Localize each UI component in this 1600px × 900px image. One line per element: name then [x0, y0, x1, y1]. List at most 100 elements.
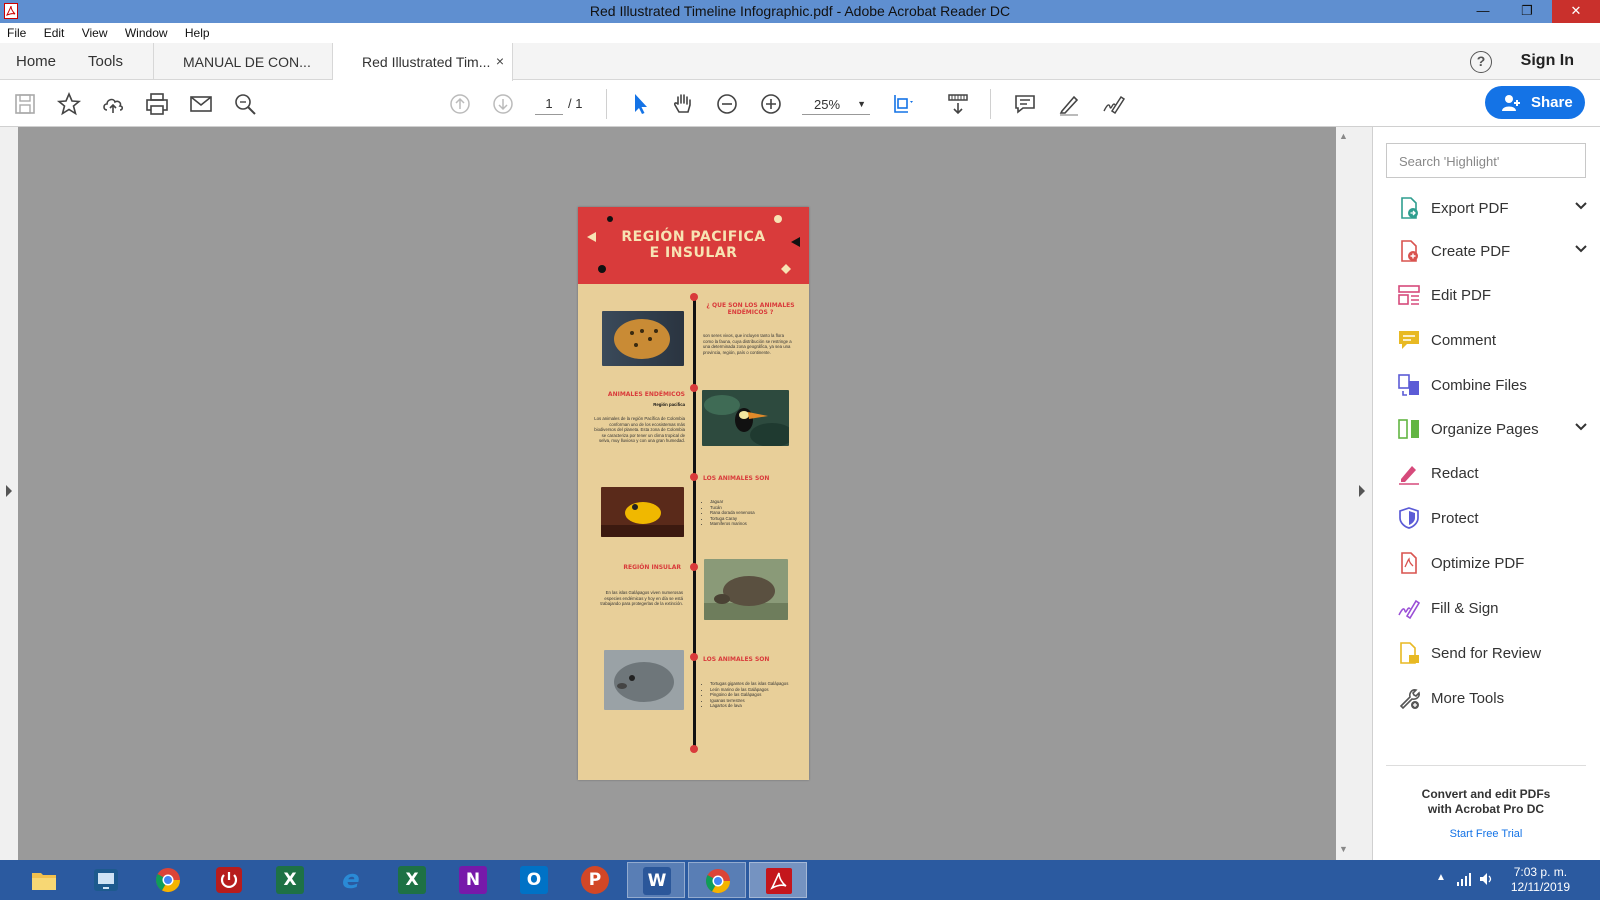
vertical-scrollbar[interactable]: ▲ ▼	[1336, 127, 1351, 860]
chevron-down-icon[interactable]	[1573, 241, 1589, 257]
next-page-icon[interactable]	[490, 91, 516, 117]
menu-file[interactable]: File	[0, 23, 33, 40]
excel-icon: X	[398, 866, 426, 894]
taskbar-internet-explorer[interactable]: e	[322, 862, 380, 898]
windows-taskbar: X e X N O P W ▲ 7:03 p. m. 12/11/2019	[0, 860, 1600, 900]
folder-icon	[32, 873, 56, 890]
page-total: / 1	[568, 96, 583, 111]
share-button[interactable]: Share	[1485, 86, 1585, 119]
tool-more-tools[interactable]: More Tools	[1397, 684, 1589, 714]
tool-combine-files[interactable]: Combine Files	[1397, 371, 1589, 401]
zoom-level-select[interactable]: 25% ▼	[802, 93, 870, 115]
left-panel-toggle[interactable]	[0, 127, 18, 860]
taskbar-chrome-2[interactable]	[688, 862, 746, 898]
system-clock[interactable]: 7:03 p. m. 12/11/2019	[1511, 865, 1570, 895]
list-item: Tortugas gigantes de las islas Galápagos	[710, 681, 793, 687]
start-free-trial-link[interactable]: Start Free Trial	[1386, 828, 1586, 840]
upload-cloud-icon[interactable]	[100, 91, 126, 117]
section-5-list: Tortugas gigantes de las islas Galápagos…	[703, 681, 793, 709]
email-icon[interactable]	[188, 91, 214, 117]
chevron-down-icon[interactable]	[1573, 198, 1589, 214]
volume-icon[interactable]	[1478, 871, 1494, 887]
scroll-mode-icon[interactable]	[945, 91, 971, 117]
taskbar-file-explorer[interactable]	[15, 862, 73, 898]
combine-files-icon	[1398, 374, 1419, 396]
taskbar-power-app[interactable]	[200, 862, 258, 898]
section-2-subheading: Región pacifica	[653, 402, 685, 407]
menu-bar: File Edit View Window Help	[0, 23, 1600, 43]
tool-comment[interactable]: Comment	[1397, 326, 1589, 356]
tab-tools[interactable]: Tools	[88, 53, 123, 70]
comment-icon[interactable]	[1012, 91, 1038, 117]
tool-send-for-review[interactable]: Send for Review	[1397, 639, 1589, 669]
taskbar-excel[interactable]: X	[261, 862, 319, 898]
select-cursor-icon[interactable]	[627, 91, 653, 117]
menu-window[interactable]: Window	[118, 23, 175, 40]
print-icon[interactable]	[144, 91, 170, 117]
tab-home[interactable]: Home	[16, 53, 56, 70]
panel-divider	[1386, 765, 1586, 766]
menu-view[interactable]: View	[75, 23, 115, 40]
section-4-text: En las islas Galápagos viven numerosas e…	[600, 590, 683, 607]
scroll-up-icon[interactable]: ▲	[1339, 131, 1348, 141]
remote-desktop-icon	[94, 869, 118, 891]
tray-expand-icon[interactable]: ▲	[1436, 872, 1446, 883]
tool-label: Fill & Sign	[1431, 600, 1499, 617]
tool-redact[interactable]: Redact	[1397, 459, 1589, 489]
help-icon[interactable]: ?	[1470, 51, 1492, 73]
pdf-header-banner: REGIÓN PACIFICA E INSULAR	[578, 207, 809, 284]
minimize-button[interactable]: —	[1468, 0, 1498, 23]
expand-left-panel-icon[interactable]	[6, 485, 12, 497]
find-zoom-icon[interactable]	[232, 91, 258, 117]
tool-optimize-pdf[interactable]: Optimize PDF	[1397, 549, 1589, 579]
pdf-title-line-1: REGIÓN PACIFICA	[621, 229, 766, 245]
taskbar-word[interactable]: W	[627, 862, 685, 898]
save-icon[interactable]	[12, 91, 38, 117]
tool-edit-pdf[interactable]: Edit PDF	[1397, 281, 1589, 311]
tab-document-manual[interactable]: MANUAL DE CON...	[153, 43, 333, 80]
timeline-dot	[690, 563, 698, 571]
taskbar-powerpoint[interactable]: P	[566, 862, 624, 898]
menu-edit[interactable]: Edit	[37, 23, 72, 40]
tab-document-infographic[interactable]: Red Illustrated Tim... ×	[333, 43, 513, 81]
tool-fill-sign[interactable]: Fill & Sign	[1397, 594, 1589, 624]
fit-page-icon[interactable]	[890, 91, 916, 117]
tool-label: More Tools	[1431, 690, 1505, 707]
close-window-button[interactable]: ✕	[1552, 0, 1600, 23]
menu-help[interactable]: Help	[178, 23, 217, 40]
timeline-dot	[690, 653, 698, 661]
collapse-right-panel-icon[interactable]	[1359, 485, 1365, 497]
giant-tortoise-photo	[704, 559, 788, 620]
document-canvas[interactable]: REGIÓN PACIFICA E INSULAR ¿ QUE SON LOS …	[18, 127, 1336, 860]
chevron-down-icon[interactable]	[1573, 419, 1589, 435]
power-icon	[216, 867, 242, 893]
zoom-out-icon[interactable]	[714, 91, 740, 117]
taskbar-acrobat[interactable]	[749, 862, 807, 898]
highlight-pen-icon[interactable]	[1056, 91, 1082, 117]
tool-export-pdf[interactable]: Export PDF	[1397, 194, 1589, 224]
poison-frog-photo	[601, 487, 684, 537]
scroll-down-icon[interactable]: ▼	[1339, 844, 1348, 854]
right-panel-toggle[interactable]	[1351, 127, 1373, 860]
create-pdf-icon	[1401, 240, 1418, 262]
taskbar-remote-desktop[interactable]	[77, 862, 135, 898]
sign-in-button[interactable]: Sign In	[1521, 52, 1574, 70]
taskbar-onenote[interactable]: N	[444, 862, 502, 898]
hand-tool-icon[interactable]	[670, 91, 696, 117]
tab-close-icon[interactable]: ×	[496, 53, 504, 69]
taskbar-excel-2[interactable]: X	[383, 862, 441, 898]
tool-create-pdf[interactable]: Create PDF	[1397, 237, 1589, 267]
page-number-input[interactable]: 1	[535, 93, 563, 115]
taskbar-chrome[interactable]	[139, 862, 197, 898]
list-item: Mamíferos marinos	[710, 521, 798, 527]
sign-pen-icon[interactable]	[1100, 91, 1126, 117]
bookmark-star-icon[interactable]	[56, 91, 82, 117]
previous-page-icon[interactable]	[447, 91, 473, 117]
restore-button[interactable]: ❐	[1512, 0, 1542, 23]
network-signal-icon[interactable]	[1456, 872, 1472, 886]
tool-search-input[interactable]: Search 'Highlight'	[1386, 143, 1586, 178]
zoom-in-icon[interactable]	[758, 91, 784, 117]
tool-organize-pages[interactable]: Organize Pages	[1397, 415, 1589, 445]
taskbar-outlook[interactable]: O	[505, 862, 563, 898]
tool-protect[interactable]: Protect	[1397, 504, 1589, 534]
